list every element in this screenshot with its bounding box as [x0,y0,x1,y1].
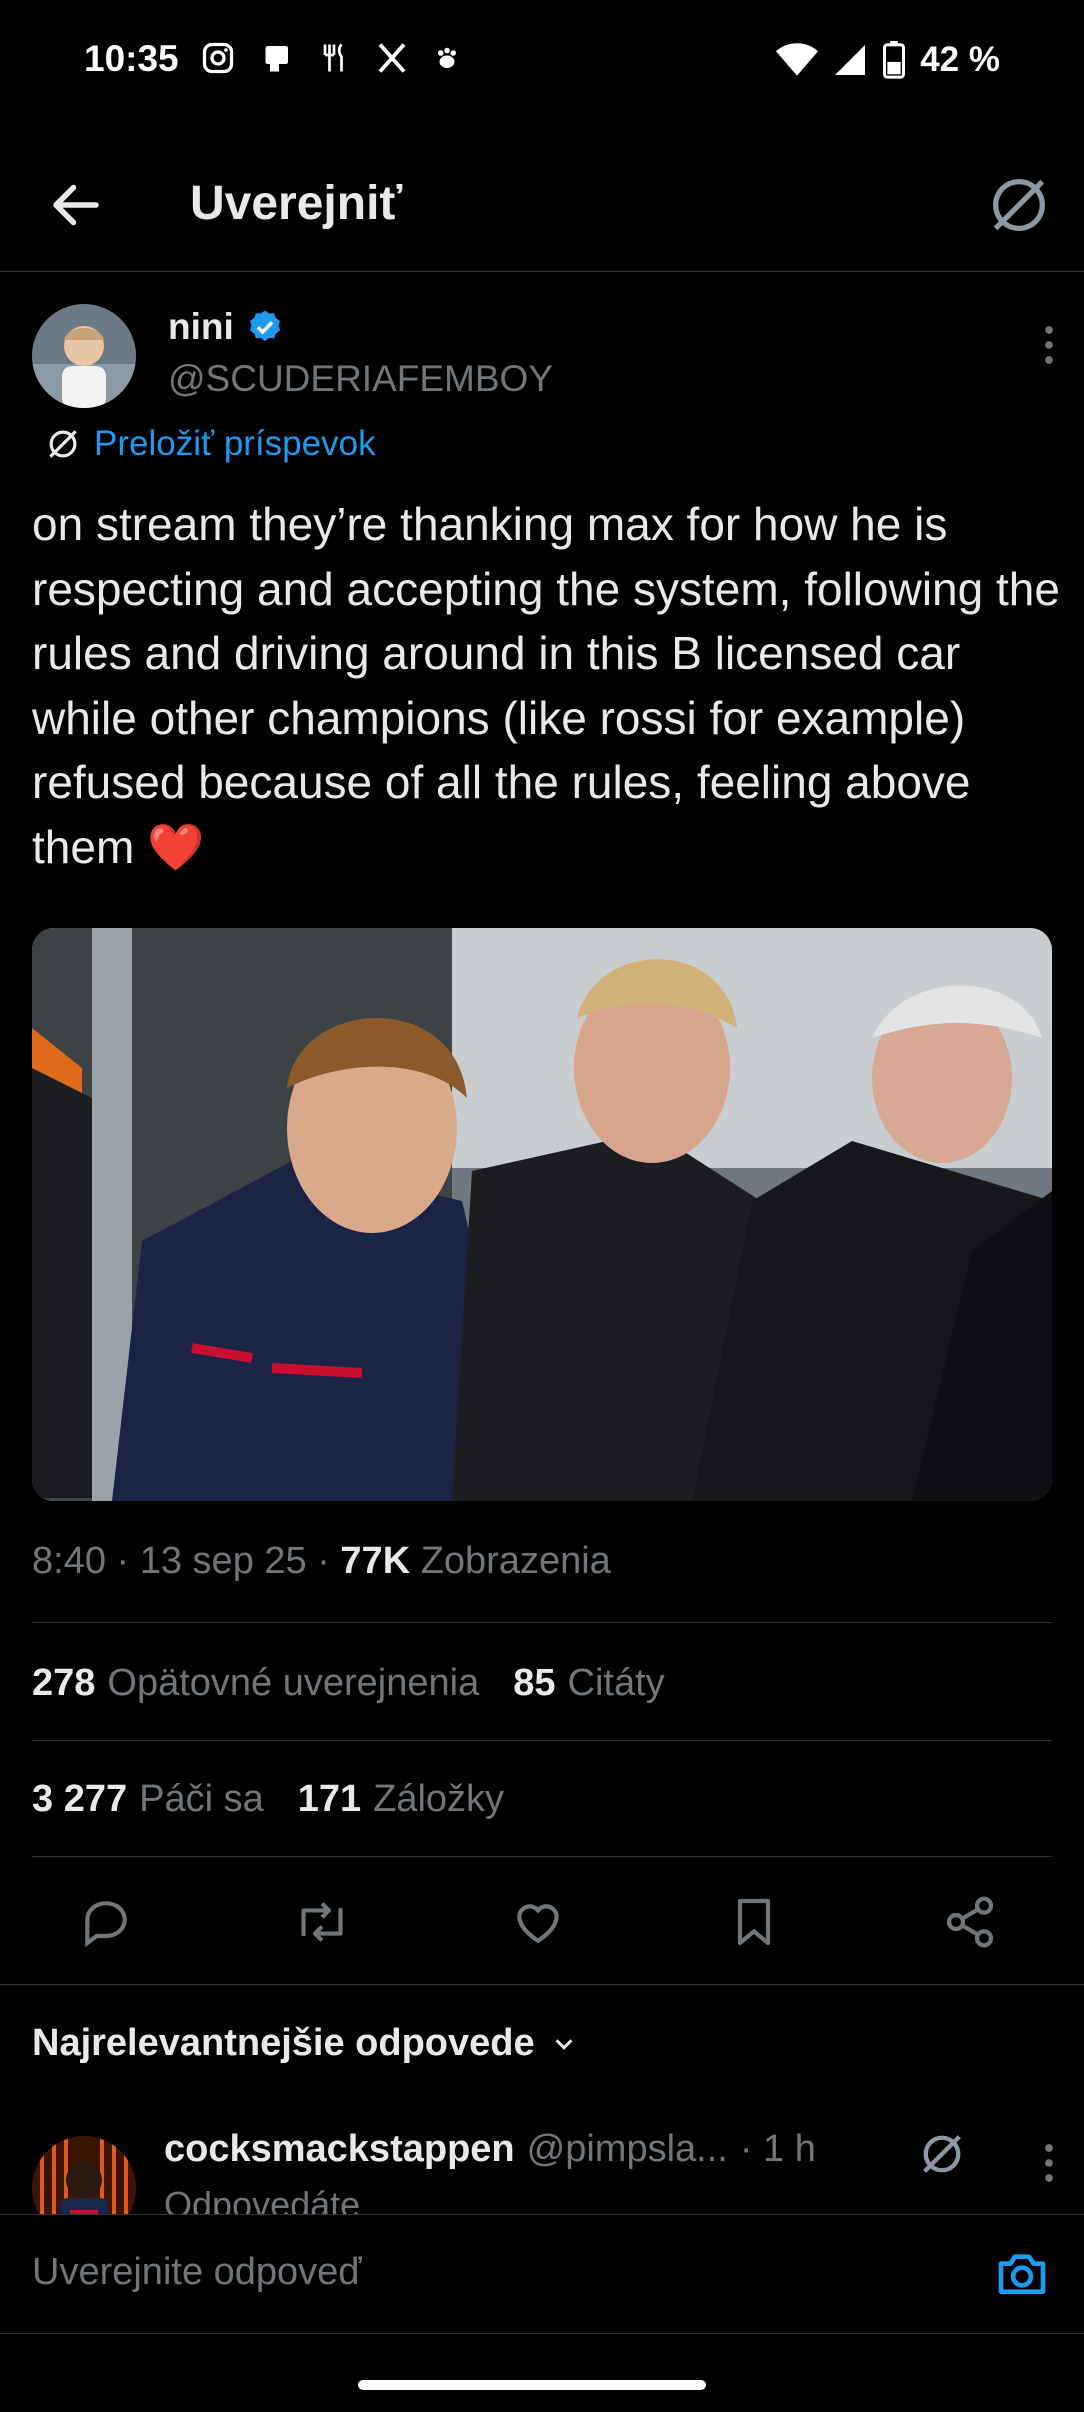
status-bar: 10:35 42 % [0,0,1084,130]
more-vertical-icon [1045,2144,1053,2182]
author-handle[interactable]: @SCUDERIAFEMBOY [168,358,553,400]
divider [32,1740,1052,1741]
likes-stat[interactable]: 3 277 Páči sa [32,1778,264,1821]
reply-translate-button[interactable] [916,2128,968,2180]
post-meta: 8:40 · 13 sep 25 · 77K Zobrazenia [32,1540,611,1583]
reply-header: cocksmackstappen @pimpsla... · 1 h [164,2128,816,2171]
arrow-left-icon [53,184,99,226]
reply-compose-bar [0,2214,1084,2334]
translate-icon [923,2135,961,2173]
paw-icon [438,47,456,68]
reply-subtext: Odpovedáte [164,2184,361,2214]
reply-button[interactable] [78,1894,138,1950]
camera-button[interactable] [994,2245,1050,2301]
more-vertical-icon [1045,326,1053,364]
notification-icons [200,40,462,76]
verified-badge-icon [249,310,280,342]
back-button[interactable] [46,175,106,235]
reply-more-options-button[interactable] [1034,2138,1064,2188]
camera-icon [998,2254,1046,2294]
more-options-button[interactable] [1034,320,1064,370]
replies-sort-label: Najrelevantnejšie odpovede [32,2022,535,2064]
home-indicator[interactable] [358,2380,706,2390]
translate-button[interactable] [984,170,1054,240]
tablet-icon [265,46,288,72]
bookmark-icon [737,1898,771,1946]
bookmarks-stat[interactable]: 171 Záložky [298,1778,504,1821]
post-timestamp: 8:40 · 13 sep 25 · [32,1540,341,1582]
author-avatar[interactable] [32,304,136,408]
x-logo-icon [378,43,406,73]
translate-post-link[interactable]: Preložiť príspevok [44,424,376,464]
repost-stats-row: 278 Opätovné uverejnenia 85 Citáty [32,1662,665,1705]
signal-icon [835,45,866,75]
replies-sort-dropdown[interactable]: Najrelevantnejšie odpovede [32,2022,579,2065]
instagram-icon [202,42,234,74]
reply-time: · 1 h [739,2128,816,2170]
translate-icon [49,430,77,458]
post-actions [0,1880,1084,1960]
status-time: 10:35 [84,38,179,79]
reply-author-handle[interactable]: @pimpsla... [527,2128,728,2171]
views-count: 77K [340,1540,411,1582]
repost-button[interactable] [292,1894,352,1950]
like-stats-row: 3 277 Páči sa 171 Záložky [32,1778,504,1821]
reply-icon [85,1901,127,1948]
top-app-bar: Uverejniť [0,150,1084,272]
quotes-stat[interactable]: 85 Citáty [513,1662,664,1705]
restaurant-icon [323,43,343,72]
reply-author-name[interactable]: cocksmackstappen [164,2128,515,2171]
battery-icon [883,41,906,79]
divider [32,1856,1052,1857]
chevron-down-icon [555,2038,573,2050]
share-button[interactable] [942,1894,1002,1950]
bookmark-button[interactable] [726,1894,786,1950]
post-image[interactable] [32,928,1052,1501]
system-status: 42 % [776,40,1000,80]
divider [0,1984,1084,1985]
battery-percent: 42 % [920,40,1000,79]
like-button[interactable] [510,1894,570,1950]
reposts-stat[interactable]: 278 Opätovné uverejnenia [32,1662,479,1705]
wifi-icon [776,43,819,76]
author-name[interactable]: nini [168,306,284,348]
share-icon [946,1896,994,1948]
author-name-text: nini [168,306,234,347]
reply-input[interactable] [32,2251,932,2294]
views-label: Zobrazenia [420,1540,611,1582]
translate-icon [993,179,1045,231]
like-icon [517,1904,559,1944]
post-photo [32,928,1052,1501]
post-text: on stream they’re thanking max for how h… [32,498,1060,873]
translate-post-label: Preložiť príspevok [94,424,376,463]
page-title: Uverejniť [190,177,403,230]
repost-icon [301,1902,343,1942]
divider [32,1622,1052,1623]
